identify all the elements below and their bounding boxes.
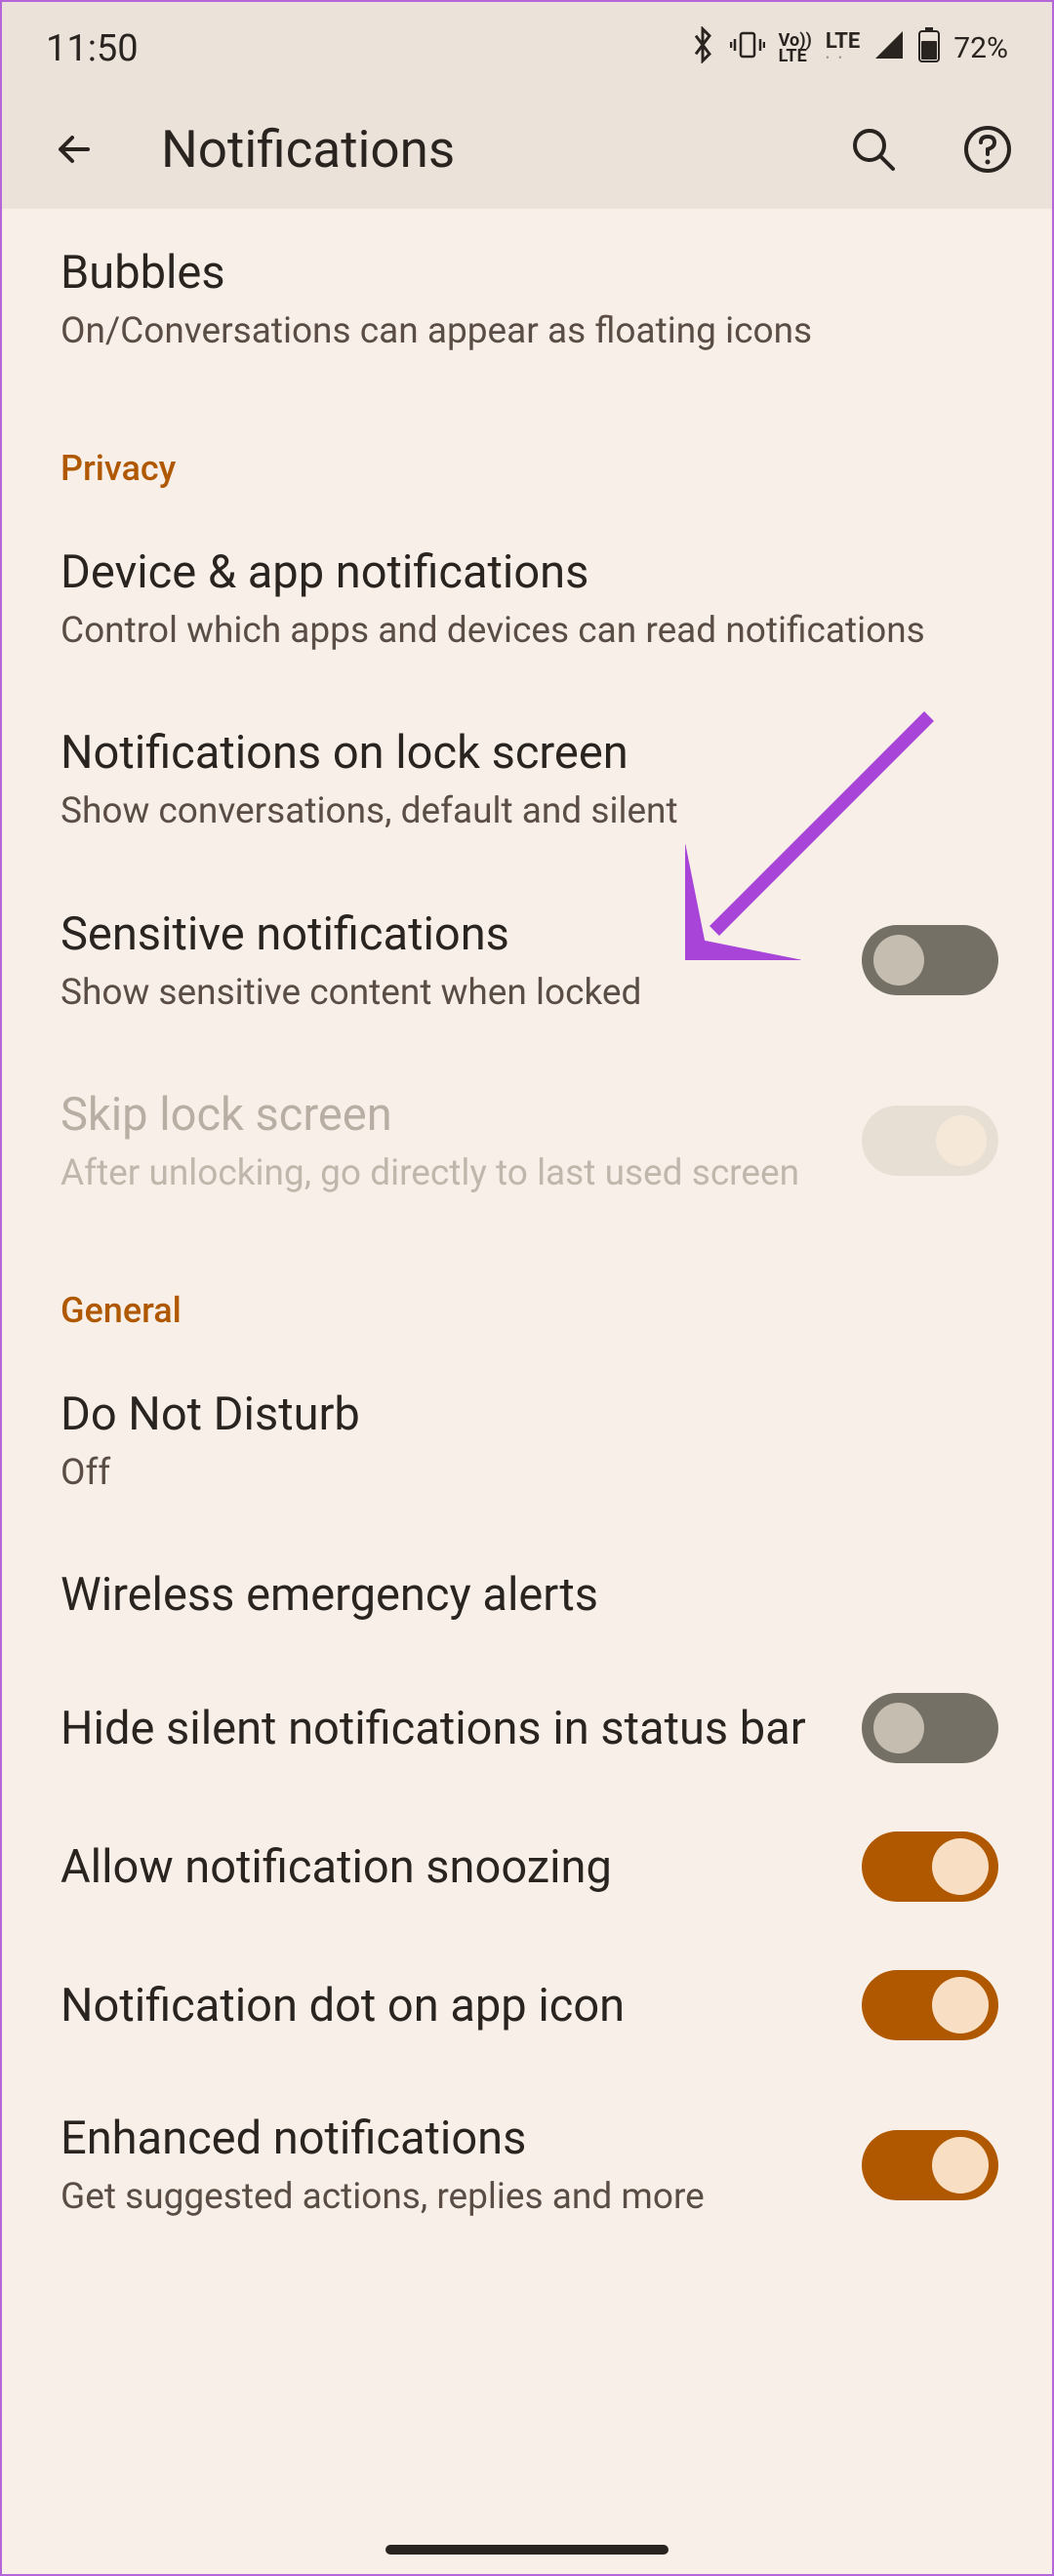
setting-do-not-disturb[interactable]: Do Not Disturb Off xyxy=(2,1350,1052,1531)
toggle-snoozing[interactable] xyxy=(862,1831,998,1902)
battery-text: 72% xyxy=(953,31,1008,65)
page-title: Notifications xyxy=(161,119,785,180)
setting-desc: Show conversations, default and silent xyxy=(61,788,993,835)
section-general: General xyxy=(2,1231,1052,1350)
setting-title: Do Not Disturb xyxy=(61,1385,993,1444)
settings-list[interactable]: Bubbles On/Conversations can appear as f… xyxy=(2,209,1052,2525)
setting-desc: Show sensitive content when locked xyxy=(61,970,832,1017)
setting-desc: Control which apps and devices can read … xyxy=(61,608,993,655)
status-bar: 11:50 Vo)) LTE LTE • • 72% xyxy=(2,2,1052,90)
setting-title: Notification dot on app icon xyxy=(61,1976,832,2035)
toggle-sensitive[interactable] xyxy=(862,925,998,995)
setting-desc: On/Conversations can appear as floating … xyxy=(61,308,993,355)
home-indicator[interactable] xyxy=(385,2545,669,2555)
back-button[interactable] xyxy=(51,126,98,173)
navigation-bar[interactable] xyxy=(2,2525,1052,2574)
toggle-skip-lock xyxy=(862,1106,998,1176)
signal-icon xyxy=(873,29,905,68)
setting-desc: After unlocking, go directly to last use… xyxy=(61,1150,832,1197)
setting-title: Notifications on lock screen xyxy=(61,723,993,783)
setting-title: Sensitive notifications xyxy=(61,905,832,964)
section-privacy: Privacy xyxy=(2,389,1052,508)
setting-sensitive-notifications[interactable]: Sensitive notifications Show sensitive c… xyxy=(2,870,1052,1051)
setting-desc: Off xyxy=(61,1450,993,1497)
toggle-enhanced[interactable] xyxy=(862,2130,998,2200)
toggle-hide-silent[interactable] xyxy=(862,1693,998,1763)
vibrate-icon xyxy=(730,27,765,70)
setting-hide-silent[interactable]: Hide silent notifications in status bar xyxy=(2,1659,1052,1797)
bluetooth-icon xyxy=(689,26,716,71)
setting-title: Allow notification snoozing xyxy=(61,1837,832,1897)
battery-icon xyxy=(918,27,940,70)
setting-title: Wireless emergency alerts xyxy=(61,1565,993,1625)
setting-device-app-notifications[interactable]: Device & app notifications Control which… xyxy=(2,508,1052,689)
setting-snoozing[interactable]: Allow notification snoozing xyxy=(2,1797,1052,1936)
lte-icon: LTE • • xyxy=(826,33,860,63)
setting-skip-lock-screen: Skip lock screen After unlocking, go dir… xyxy=(2,1051,1052,1231)
setting-title: Skip lock screen xyxy=(61,1085,832,1145)
setting-title: Bubbles xyxy=(61,243,993,302)
app-bar: Notifications xyxy=(2,90,1052,209)
help-button[interactable] xyxy=(962,124,1013,175)
setting-desc: Get suggested actions, replies and more xyxy=(61,2174,832,2221)
volte-icon: Vo)) LTE xyxy=(779,33,812,63)
toggle-dot[interactable] xyxy=(862,1970,998,2040)
setting-title: Device & app notifications xyxy=(61,543,993,602)
setting-title: Hide silent notifications in status bar xyxy=(61,1699,832,1758)
setting-wireless-emergency[interactable]: Wireless emergency alerts xyxy=(2,1531,1052,1659)
setting-title: Enhanced notifications xyxy=(61,2109,832,2168)
setting-notifications-lock-screen[interactable]: Notifications on lock screen Show conver… xyxy=(2,689,1052,869)
status-time: 11:50 xyxy=(46,27,139,70)
setting-notification-dot[interactable]: Notification dot on app icon xyxy=(2,1936,1052,2074)
search-button[interactable] xyxy=(848,124,899,175)
status-icons: Vo)) LTE LTE • • 72% xyxy=(689,26,1008,71)
setting-bubbles[interactable]: Bubbles On/Conversations can appear as f… xyxy=(2,209,1052,389)
setting-enhanced[interactable]: Enhanced notifications Get suggested act… xyxy=(2,2074,1052,2255)
